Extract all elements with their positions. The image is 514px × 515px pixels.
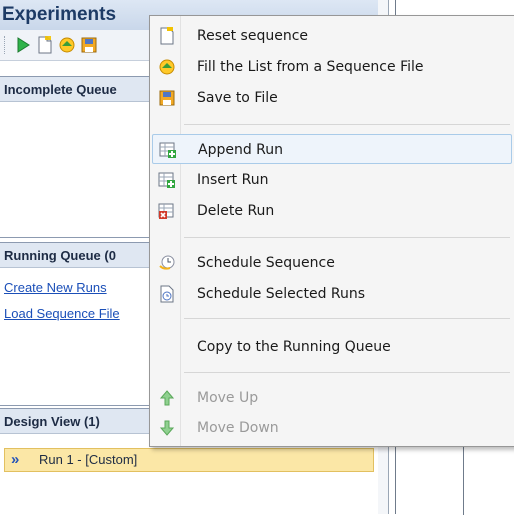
menu-item-move-up: Move Up <box>152 383 512 413</box>
save-icon[interactable] <box>80 36 98 54</box>
menu-item-label: Append Run <box>198 142 284 158</box>
arrow-down-icon <box>158 419 176 437</box>
menu-item-label: Reset sequence <box>197 28 309 44</box>
menu-separator <box>184 318 510 319</box>
fill-list-icon <box>158 58 176 76</box>
menu-item-save-to-file[interactable]: Save to File <box>152 83 512 113</box>
toolbar-grip[interactable] <box>4 36 8 54</box>
run-row[interactable]: » Run 1 - [Custom] <box>4 448 374 472</box>
new-document-icon <box>158 27 176 45</box>
arrow-up-icon <box>158 389 176 407</box>
fill-list-icon[interactable] <box>58 36 76 54</box>
delete-run-icon <box>158 202 176 220</box>
append-run-icon <box>159 141 177 159</box>
schedule-selected-icon <box>158 285 176 303</box>
menu-item-schedule-selected-runs[interactable]: Schedule Selected Runs <box>152 279 512 309</box>
menu-item-schedule-sequence[interactable]: Schedule Sequence <box>152 248 512 278</box>
menu-item-delete-run[interactable]: Delete Run <box>152 196 512 226</box>
load-sequence-file-link[interactable]: Load Sequence File <box>4 306 120 321</box>
menu-item-copy-to-running-queue[interactable]: Copy to the Running Queue <box>152 332 512 362</box>
insert-run-icon <box>158 171 176 189</box>
run-row-label: Run 1 - [Custom] <box>39 452 138 467</box>
menu-item-move-down: Move Down <box>152 413 512 443</box>
menu-separator <box>184 124 510 125</box>
menu-item-append-run[interactable]: Append Run <box>152 134 512 164</box>
menu-separator <box>184 372 510 373</box>
menu-item-label: Delete Run <box>197 203 275 219</box>
menu-item-label: Copy to the Running Queue <box>197 339 391 355</box>
menu-item-label: Fill the List from a Sequence File <box>197 59 424 75</box>
context-menu: Reset sequence Fill the List from a Sequ… <box>149 15 514 447</box>
schedule-icon <box>158 254 176 272</box>
menu-separator <box>184 237 510 238</box>
right-inner-pane <box>463 440 514 515</box>
save-disk-icon <box>158 89 176 107</box>
menu-item-reset-sequence[interactable]: Reset sequence <box>152 21 512 51</box>
menu-item-label: Move Down <box>197 420 279 436</box>
run-chevron-icon: » <box>11 451 20 468</box>
menu-item-label: Schedule Sequence <box>197 255 335 271</box>
menu-item-label: Insert Run <box>197 172 269 188</box>
menu-item-label: Move Up <box>197 390 259 406</box>
create-new-runs-link[interactable]: Create New Runs <box>4 280 107 295</box>
menu-item-label: Save to File <box>197 90 278 106</box>
menu-item-label: Schedule Selected Runs <box>197 286 366 302</box>
menu-item-fill-list[interactable]: Fill the List from a Sequence File <box>152 52 512 82</box>
menu-item-insert-run[interactable]: Insert Run <box>152 165 512 195</box>
run-icon[interactable] <box>14 36 32 54</box>
new-file-icon[interactable] <box>36 36 54 54</box>
